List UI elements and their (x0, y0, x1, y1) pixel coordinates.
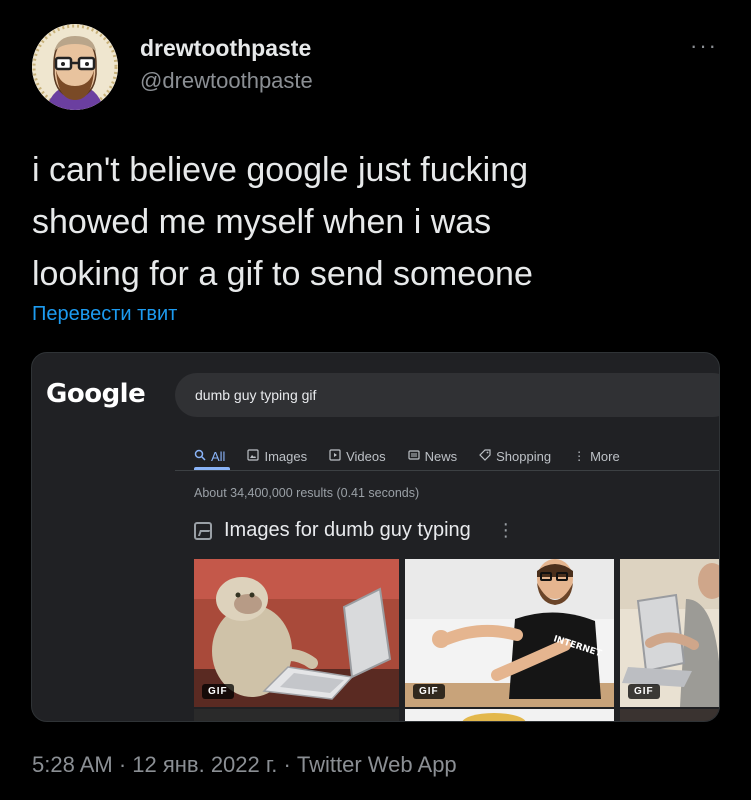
kebab-icon: ⋮ (573, 449, 586, 463)
tab-label: Shopping (496, 448, 552, 464)
more-options-icon[interactable]: ··· (690, 35, 718, 57)
tweet-text: i can't believe google just fucking show… (32, 144, 722, 300)
search-box: dumb guy typing gif (175, 373, 719, 417)
search-icon (194, 449, 206, 464)
user-block[interactable]: drewtoothpaste @drewtoothpaste (140, 34, 313, 96)
divider (175, 470, 719, 471)
tab-more: ⋮ More (573, 449, 620, 464)
tweet-text-line: showed me myself when i was (32, 203, 492, 241)
tab-all: All (194, 449, 225, 464)
kebab-icon: ⋮ (496, 520, 515, 540)
tab-videos: Videos (329, 449, 386, 464)
tweet-timestamp[interactable]: 5:28 AM · 12 янв. 2022 г. · Twitter Web … (32, 752, 457, 778)
section-title: Images for dumb guy typing (224, 519, 471, 541)
tab-label: More (590, 448, 620, 464)
next-row-thumbnails (194, 709, 719, 721)
tab-label: All (211, 448, 226, 464)
image-icon (247, 448, 260, 464)
gif-badge: GIF (202, 684, 234, 699)
play-icon (329, 448, 341, 464)
tab-label: Videos (346, 448, 386, 464)
tag-icon (479, 448, 491, 464)
tweet-header: drewtoothpaste @drewtoothpaste ··· (32, 24, 722, 114)
google-logo: Google (46, 379, 146, 409)
tab-images: Images (247, 449, 307, 464)
gif-badge: GIF (628, 684, 660, 699)
tab-label: News (424, 448, 458, 464)
search-query: dumb guy typing gif (195, 387, 317, 403)
tab-label: Images (264, 448, 308, 464)
tab-shopping: Shopping (479, 449, 551, 464)
gif-thumbnail-person: GIF (620, 559, 719, 707)
gif-thumbnail-monkey: GIF (194, 559, 399, 707)
tweet-media-image[interactable]: Google dumb guy typing gif All Images Vi… (31, 352, 720, 722)
news-icon (408, 449, 420, 464)
result-stats: About 34,400,000 results (0.41 seconds) (194, 486, 420, 500)
display-name[interactable]: drewtoothpaste (140, 34, 313, 62)
tab-news: News (408, 448, 458, 464)
user-handle[interactable]: @drewtoothpaste (140, 66, 313, 96)
tweet-text-line: i can't believe google just fucking (32, 151, 529, 189)
search-tabs: All Images Videos News Shopping ⋮ More (194, 445, 642, 467)
avatar[interactable] (32, 24, 118, 110)
translate-tweet-link[interactable]: Перевести твит (32, 303, 177, 326)
images-section-header: Images for dumb guy typing ⋮ (194, 519, 515, 542)
gif-badge: GIF (413, 684, 445, 699)
image-icon (194, 521, 212, 540)
gif-thumbnail-man: INTERNET GIF (405, 559, 614, 707)
tweet-text-line: looking for a gif to send someone (32, 255, 533, 293)
